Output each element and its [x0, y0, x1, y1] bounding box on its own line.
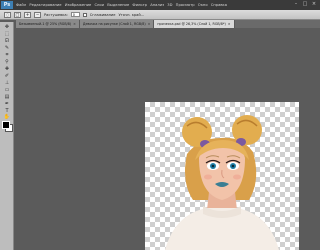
- feather-label: Растушевка:: [44, 12, 68, 17]
- new-selection-icon[interactable]: □: [14, 11, 21, 18]
- antialias-label: Сглаживание: [89, 12, 116, 17]
- document-workspace: [14, 28, 320, 250]
- tab-label: прическа.psd @ 26,3% (Слой 1, RGB/8*): [157, 22, 226, 26]
- menu-help[interactable]: Справка: [211, 3, 227, 7]
- hand-tool-icon[interactable]: ✋: [3, 114, 11, 120]
- healing-tool-icon[interactable]: ✚: [3, 66, 11, 72]
- tools-panel: ✥ ⬚ ᘏ ✎ ⌗ ⚲ ✚ ✐ ⊥ ▭ ▤ ✒ T ✋: [0, 22, 14, 250]
- menu-items: Файл Редактирование Изображение Слои Выд…: [16, 3, 230, 7]
- pen-tool-icon[interactable]: ✒: [3, 101, 11, 107]
- menu-filter[interactable]: Фильтр: [132, 3, 147, 7]
- menu-image[interactable]: Изображение: [65, 3, 92, 7]
- crop-tool-icon[interactable]: ⌗: [3, 52, 11, 58]
- maximize-button[interactable]: □: [302, 1, 308, 7]
- antialias-checkbox[interactable]: [82, 12, 87, 17]
- tab-label: Безымянный-1 @ 25% (RGB/8): [19, 22, 72, 26]
- eraser-tool-icon[interactable]: ▭: [3, 87, 11, 93]
- photoshop-logo: Ps: [1, 1, 13, 9]
- move-tool-icon[interactable]: ✥: [3, 24, 11, 30]
- tab-label: Девочка на рисунке (Слой 1, RGB/8): [82, 22, 146, 26]
- menu-bar: Ps Файл Редактирование Изображение Слои …: [0, 0, 320, 10]
- brush-tool-icon[interactable]: ✐: [3, 73, 11, 79]
- menu-3d[interactable]: 3D: [167, 3, 172, 7]
- lasso-tool-icon[interactable]: ᘏ: [3, 38, 11, 44]
- tab-untitled[interactable]: Безымянный-1 @ 25% (RGB/8) ×: [16, 20, 80, 28]
- marquee-tool-icon[interactable]: ⬚: [3, 31, 11, 37]
- subtract-selection-icon[interactable]: −: [34, 11, 41, 18]
- gradient-tool-icon[interactable]: ▤: [3, 94, 11, 100]
- feather-input[interactable]: 0: [70, 12, 80, 17]
- menu-window[interactable]: Окно: [198, 3, 208, 7]
- window-controls: – □ ×: [293, 1, 317, 7]
- refine-edge-button[interactable]: Уточн. край...: [118, 13, 144, 17]
- options-bar: ◌ □ + − Растушевка: 0 Сглаживание Уточн.…: [0, 10, 320, 20]
- document-tabs: Безымянный-1 @ 25% (RGB/8) × Девочка на …: [16, 20, 320, 28]
- tab-close-icon[interactable]: ×: [73, 20, 76, 28]
- add-selection-icon[interactable]: +: [24, 11, 31, 18]
- menu-edit[interactable]: Редактирование: [29, 3, 61, 7]
- eyedropper-tool-icon[interactable]: ⚲: [3, 59, 11, 65]
- menu-view[interactable]: Просмотр: [176, 3, 195, 7]
- stamp-tool-icon[interactable]: ⊥: [3, 80, 11, 86]
- lasso-tool-preset-icon[interactable]: ◌: [4, 11, 11, 18]
- menu-select[interactable]: Выделение: [107, 3, 129, 7]
- tab-girl[interactable]: Девочка на рисунке (Слой 1, RGB/8) ×: [79, 20, 155, 28]
- girl-portrait-artwork: [165, 115, 279, 250]
- foreground-color-swatch[interactable]: [2, 121, 10, 129]
- tab-close-icon[interactable]: ×: [228, 20, 231, 28]
- close-button[interactable]: ×: [311, 1, 317, 7]
- menu-analysis[interactable]: Анализ: [150, 3, 164, 7]
- tab-close-icon[interactable]: ×: [148, 20, 151, 28]
- minimize-button[interactable]: –: [293, 1, 299, 7]
- tab-hairstyle[interactable]: прическа.psd @ 26,3% (Слой 1, RGB/8*) ×: [154, 20, 235, 28]
- menu-file[interactable]: Файл: [16, 3, 26, 7]
- menu-layers[interactable]: Слои: [94, 3, 104, 7]
- quick-select-icon[interactable]: ✎: [3, 45, 11, 51]
- document-canvas[interactable]: [145, 102, 299, 250]
